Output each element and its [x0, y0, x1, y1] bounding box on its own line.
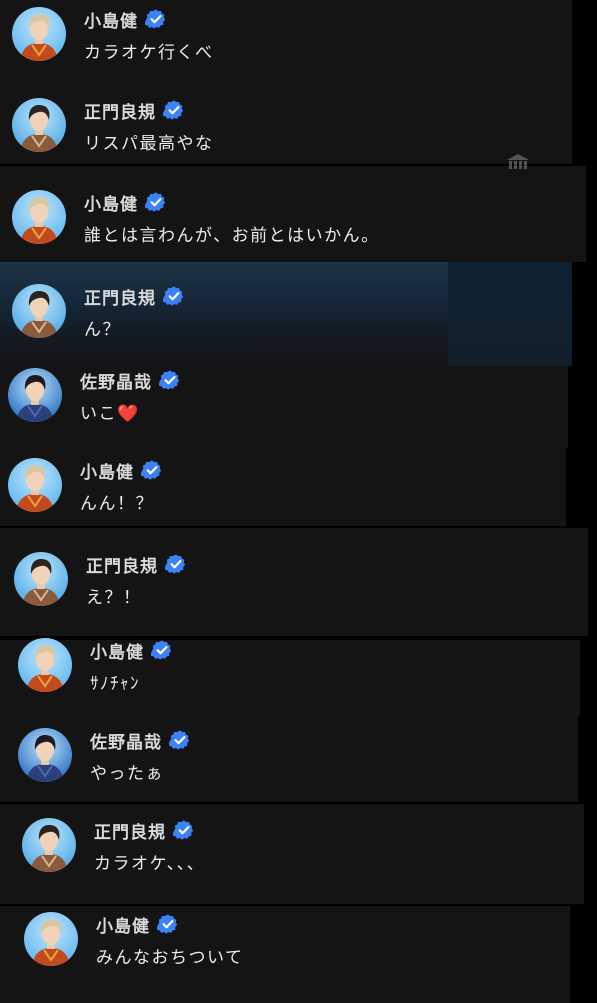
author-name[interactable]: 佐野晶哉	[80, 368, 152, 393]
message-row[interactable]: 小島健 みんなおちついて	[24, 912, 244, 968]
message-row[interactable]: 小島健 誰とは言わんが、お前とはいかん。	[12, 190, 380, 246]
message-text: ｻﾉﾁｬﾝ	[90, 674, 140, 694]
heart-emoji: ❤️	[117, 404, 140, 424]
verified-check-icon	[173, 819, 195, 841]
avatar[interactable]	[8, 368, 62, 422]
avatar[interactable]	[14, 552, 68, 606]
verified-check-icon	[159, 369, 181, 391]
author-name[interactable]: 小島健	[90, 638, 144, 663]
verified-check-icon	[141, 459, 163, 481]
message-text: カラオケ行くべ	[84, 43, 214, 63]
verified-check-icon	[145, 8, 167, 30]
message-row[interactable]: 小島健 んん！？	[8, 458, 163, 514]
verified-check-icon	[165, 553, 187, 575]
message-row[interactable]: 正門良規 ん？	[12, 284, 185, 340]
avatar[interactable]	[22, 818, 76, 872]
verified-check-icon	[163, 99, 185, 121]
verified-check-icon	[157, 913, 179, 935]
message-row[interactable]: 佐野晶哉 やったぁ	[18, 728, 191, 784]
verified-check-icon	[163, 285, 185, 307]
message-text-body: いこ	[80, 404, 117, 424]
author-name[interactable]: 正門良規	[86, 552, 158, 577]
avatar[interactable]	[18, 638, 72, 692]
message-text: 誰とは言わんが、お前とはいかん。	[84, 226, 380, 246]
author-name[interactable]: 小島健	[96, 912, 150, 937]
avatar[interactable]	[12, 284, 66, 338]
message-text: やったぁ	[90, 764, 164, 784]
avatar[interactable]	[18, 728, 72, 782]
author-name[interactable]: 小島健	[84, 190, 138, 215]
message-text: リスパ最高やな	[84, 134, 214, 154]
verified-check-icon	[151, 639, 173, 661]
author-name[interactable]: 正門良規	[84, 284, 156, 309]
message-text: え？！	[86, 588, 142, 608]
message-text: んん！？	[80, 494, 154, 514]
avatar[interactable]	[12, 98, 66, 152]
message-text: みんなおちついて	[96, 948, 244, 968]
message-text: いこ❤️	[80, 399, 181, 424]
highlight-band-dark	[448, 262, 572, 366]
avatar[interactable]	[24, 912, 78, 966]
avatar[interactable]	[12, 7, 66, 61]
message-row[interactable]: 小島健 カラオケ行くべ	[12, 7, 214, 63]
author-name[interactable]: 佐野晶哉	[90, 728, 162, 753]
message-row[interactable]: 正門良規 え？！	[14, 552, 187, 608]
message-row[interactable]: 佐野晶哉 いこ❤️	[8, 368, 181, 424]
message-text: ん？	[84, 320, 121, 340]
author-name[interactable]: 正門良規	[94, 818, 166, 843]
message-row[interactable]: 正門良規 リスパ最高やな	[12, 98, 214, 154]
author-name[interactable]: 正門良規	[84, 98, 156, 123]
message-text: カラオケ、、、	[94, 854, 206, 874]
avatar[interactable]	[12, 190, 66, 244]
author-name[interactable]: 小島健	[80, 458, 134, 483]
building-icon	[507, 154, 529, 169]
message-row[interactable]: 小島健 ｻﾉﾁｬﾝ	[18, 638, 173, 694]
verified-check-icon	[169, 729, 191, 751]
author-name[interactable]: 小島健	[84, 7, 138, 32]
avatar[interactable]	[8, 458, 62, 512]
message-row[interactable]: 正門良規 カラオケ、、、	[22, 818, 205, 874]
verified-check-icon	[145, 191, 167, 213]
